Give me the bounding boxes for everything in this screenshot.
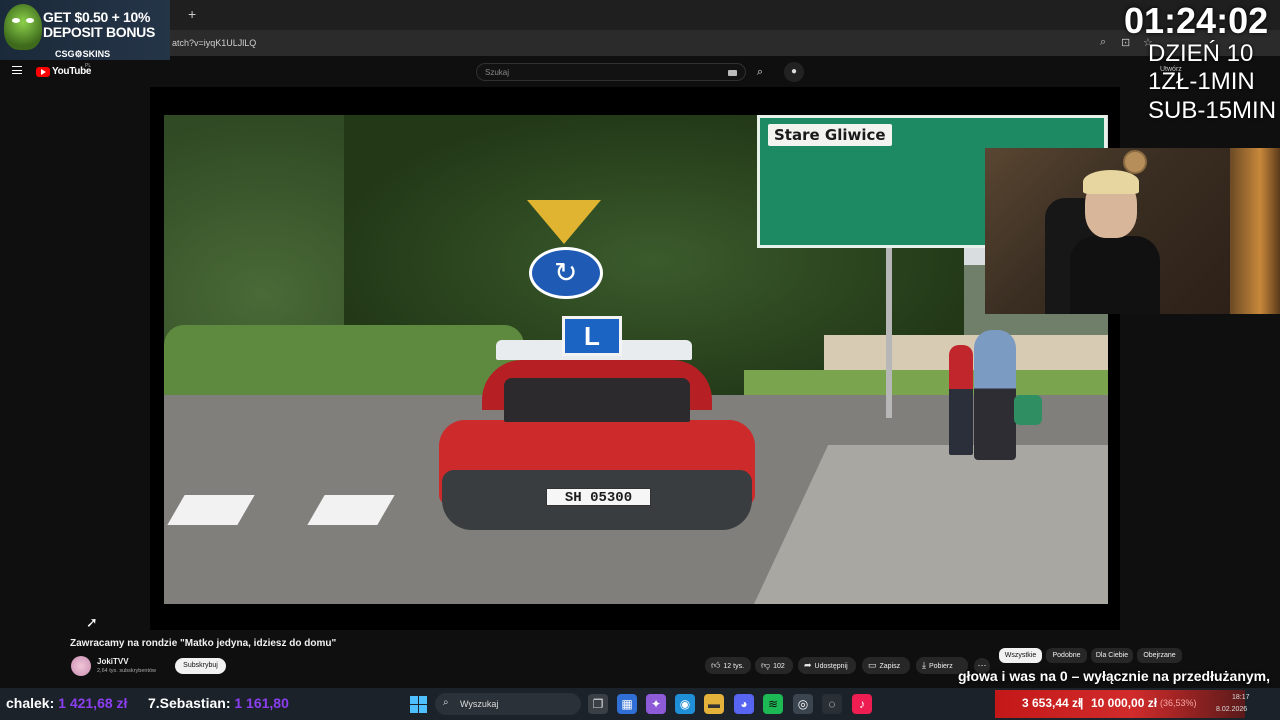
mouse-cursor-icon: ➚ [86,614,98,630]
like-count: 12 tys. [723,663,745,670]
thumbs-down-icon: 👎︎ [761,660,771,670]
save-button[interactable]: ▭ Zapisz [862,657,910,674]
search-icon: ⌕ [756,66,764,78]
share-label: Udostępnij [814,663,848,670]
ad-headline: GET $0.50 + 10% [43,9,151,25]
copilot-icon[interactable]: ✦ [646,694,666,714]
chrome-icon[interactable]: ◎ [793,694,813,714]
like-button[interactable]: 👍︎ 12 tys. [705,657,751,674]
adult-figure [974,330,1016,460]
search-input[interactable]: Szukaj [476,63,746,81]
channel-avatar[interactable] [71,656,91,676]
new-tab-button[interactable]: + [188,6,196,22]
wall-clock-icon [1123,150,1147,174]
share-icon: ➦ [804,660,812,670]
pedestrians [944,315,1042,475]
webcam-overlay [985,148,1280,314]
streamer-body [1070,236,1160,314]
spotify-icon[interactable]: ≋ [763,694,783,714]
ad-subline: DEPOSIT BONUS [43,24,156,40]
ad-brand: CSG⚙SKINS [55,49,111,59]
chip-watched[interactable]: Obejrzane [1137,648,1182,663]
child-figure [949,345,973,455]
search-button[interactable]: ⌕ [750,63,770,81]
search-placeholder: Szukaj [485,68,510,77]
save-label: Zapisz [879,663,901,670]
channel-name[interactable]: JokiTVV [97,657,129,666]
taskbar-search-placeholder: Wyszukaj [460,699,499,709]
thumbs-up-icon: 👍︎ [711,660,721,670]
car-rear-window [504,378,690,422]
donor-name: 7.Sebastian: [148,695,231,711]
edge-icon[interactable]: ◉ [675,694,695,714]
region-code: PL [85,63,92,69]
donor-amount: 1 421,68 zł [58,695,128,711]
roundabout-sign-icon [529,247,603,299]
learner-plate: L [562,316,622,356]
url-text[interactable]: atch?v=iyqK1ULJlLQ [172,38,256,48]
browser-tab-bar: + [0,0,1280,30]
mascot-icon [4,4,42,50]
goal-separator: | [1080,696,1084,710]
goal-current: 3 653,44 zł [1022,696,1082,710]
chip-similar[interactable]: Podobne [1046,648,1087,663]
clock-date[interactable]: 8.02.2026 [1216,706,1247,713]
menu-icon[interactable] [12,66,22,74]
screen: + atch?v=iyqK1ULJlLQ ⌕ ⊡ ☆ YouTube PL Sz… [0,0,1280,720]
donor-name: chalek: [6,695,55,711]
chip-all[interactable]: Wszystkie [999,648,1042,663]
obs-icon[interactable]: ◌ [822,694,842,714]
voice-search-button[interactable]: ● [784,62,804,82]
search-icon: ⌕ [443,697,449,708]
tiktok-icon[interactable]: ♪ [852,694,872,714]
download-label: Pobierz [928,663,953,670]
bookmark-icon: ▭ [868,660,877,670]
top-donor-7: 7.Sebastian: 1 161,80 [148,695,289,711]
youtube-logo-icon[interactable] [36,67,50,77]
store-icon[interactable]: ▦ [617,694,637,714]
subscriber-count: 2,64 tys. subskrybentów [97,668,157,674]
streamer-hair [1083,170,1139,194]
taskbar-search-input[interactable]: ⌕ Wyszukaj [435,693,581,715]
mic-icon: ● [790,66,798,77]
address-bar[interactable]: atch?v=iyqK1ULJlLQ ⌕ ⊡ ☆ [0,30,1280,56]
chip-for-you[interactable]: Dla Ciebie [1091,648,1133,663]
top-donor-1: chalek: 1 421,68 zł [6,695,127,711]
day-counter: DZIEŃ 10 [1148,40,1254,67]
video-frame[interactable]: Stare Gliwice L SH 05300 [164,115,1108,604]
video-title: Zawracamy na rondzie "Matko jedyna, idzi… [70,638,337,649]
town-sign-label: Stare Gliwice [768,124,892,146]
subathon-timer: 01:24:02 [1124,0,1269,41]
goal-percent: (36,53%) [1160,698,1197,708]
youtube-header: YouTube PL Szukaj ⌕ ● Utwórz [0,57,1280,87]
dislike-count: 102 [773,663,785,670]
share-button[interactable]: ➦ Udostępnij [798,657,856,674]
discord-icon[interactable]: ◕ [734,694,754,714]
dislike-button[interactable]: 👎︎ 102 [755,657,793,674]
learner-car: L SH 05300 [434,316,759,550]
donor-amount: 1 161,80 [234,695,289,711]
download-icon: ⤓ [922,660,926,670]
keyboard-icon[interactable] [728,70,737,76]
license-plate: SH 05300 [546,488,651,506]
scrolling-message: głowa i was na 0 – wyłącznie na przedłuż… [958,668,1270,684]
sign-pole [886,248,892,418]
yield-sign-icon [527,200,601,244]
subscribe-button[interactable]: Subskrybuj [175,658,226,674]
zoom-icon[interactable]: ⌕ [1100,36,1106,49]
donation-rate: 1ZŁ-1MIN [1148,68,1255,95]
sub-rate: SUB-15MIN [1148,97,1277,124]
bag [1014,395,1042,425]
clock-time[interactable]: 18:17 [1232,694,1250,701]
goal-target: 10 000,00 zł [1091,696,1158,710]
file-explorer-icon[interactable]: ▬ [704,694,724,714]
webcam-lamp [1230,148,1280,314]
task-view-icon[interactable]: ❐ [588,694,608,714]
sponsor-banner: GET $0.50 + 10% DEPOSIT BONUS CSG⚙SKINS [0,0,170,60]
windows-start-icon[interactable] [410,696,427,713]
